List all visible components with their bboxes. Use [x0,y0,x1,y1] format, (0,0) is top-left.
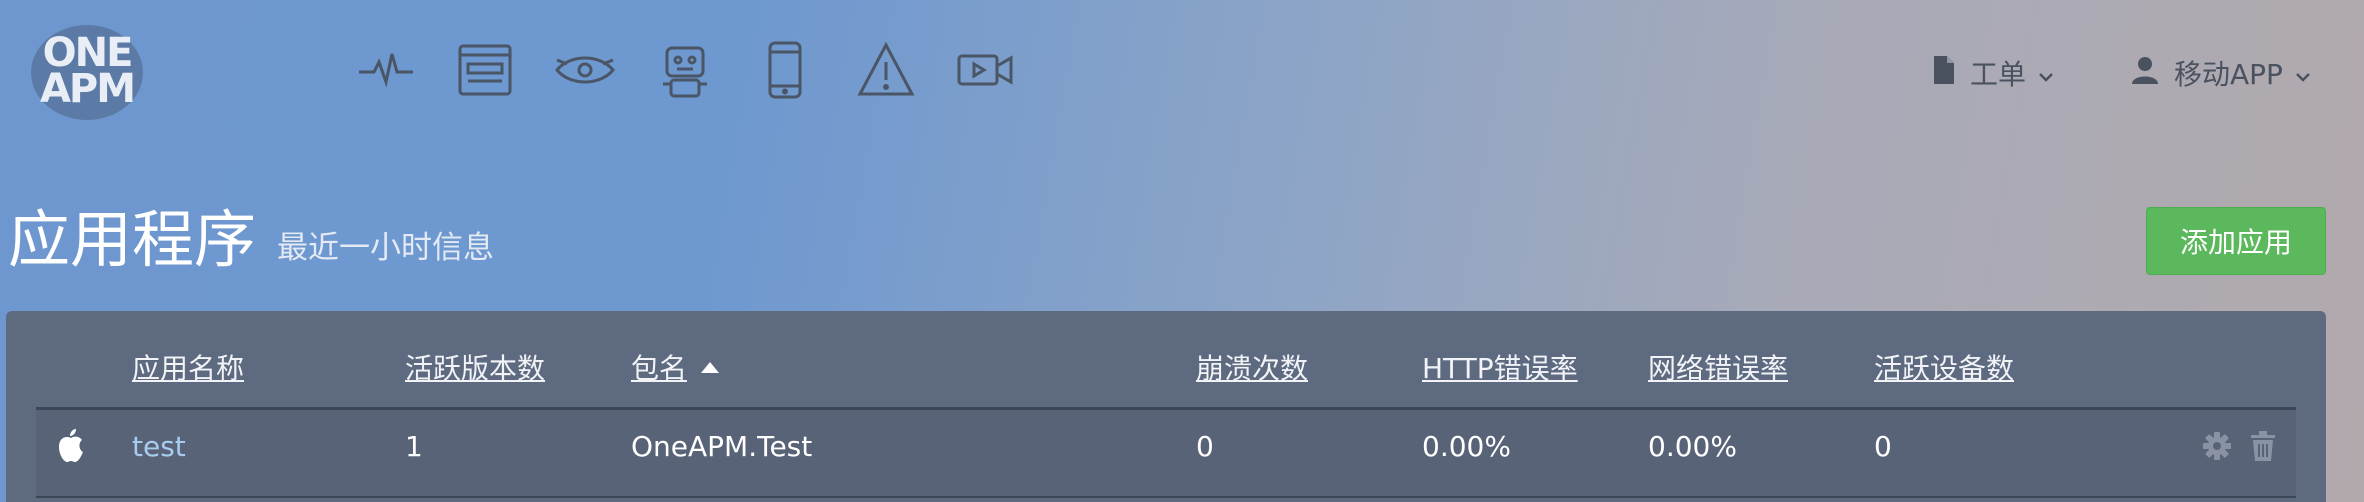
apps-table-panel: 应用名称 活跃版本数 包名 崩溃次数 HTTP错误率 网络错误率 活跃设备数 t… [6,311,2326,502]
add-app-button[interactable]: 添加应用 [2146,207,2326,275]
chevron-down-icon [2038,57,2054,90]
column-header-network-error[interactable]: 网络错误率 [1648,351,1788,387]
app-name-link[interactable]: test [132,429,186,465]
logo-line2: APM [39,66,136,112]
video-icon[interactable] [955,40,1015,100]
apple-icon [56,427,86,463]
cell-http-error: 0.00% [1422,430,1511,463]
column-header-versions[interactable]: 活跃版本数 [405,351,545,387]
sort-asc-icon [701,361,720,373]
column-header-crashes[interactable]: 崩溃次数 [1196,351,1308,387]
cell-devices: 0 [1874,430,1892,463]
pulse-icon[interactable] [356,40,416,100]
app-menu-label: 移动APP [2174,58,2283,91]
app-menu[interactable]: 移动APP [2130,50,2311,96]
oneapm-logo[interactable]: ONE APM [31,25,143,120]
column-header-package-label: 包名 [631,352,688,385]
page-title: 应用程序 [8,203,257,276]
cell-package: OneAPM.Test [631,430,813,463]
cell-network-error: 0.00% [1648,430,1737,463]
document-icon [1932,55,1956,92]
table-row-divider [36,496,2296,498]
chevron-down-icon [2295,57,2311,90]
column-header-package[interactable]: 包名 [631,351,720,387]
ticket-menu-label: 工单 [1970,58,2027,91]
table-row[interactable] [36,410,2296,496]
mobile-icon[interactable] [755,40,815,100]
browser-icon[interactable] [455,40,515,100]
cell-crashes: 0 [1196,430,1214,463]
column-header-http-error[interactable]: HTTP错误率 [1422,351,1578,387]
robot-icon[interactable] [655,40,715,100]
page-subtitle: 最近一小时信息 [277,230,494,266]
alert-icon[interactable] [856,40,916,100]
column-header-name[interactable]: 应用名称 [132,351,244,387]
column-header-devices[interactable]: 活跃设备数 [1874,351,2014,387]
eye-icon[interactable] [555,40,615,100]
gear-icon[interactable] [2202,430,2232,462]
trash-icon[interactable] [2250,430,2280,462]
user-icon [2130,55,2160,92]
ticket-menu[interactable]: 工单 [1932,50,2054,96]
cell-versions: 1 [405,430,423,463]
